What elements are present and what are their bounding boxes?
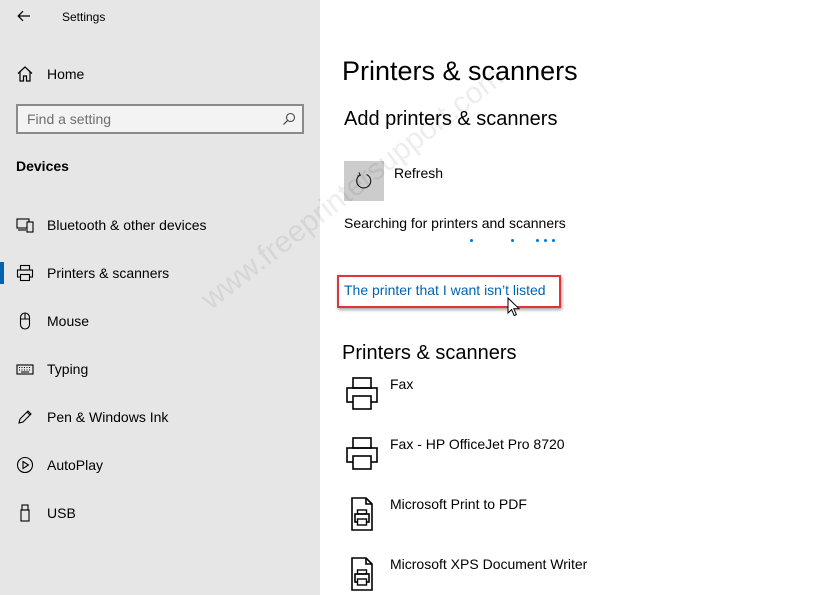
progress-dot bbox=[544, 239, 547, 242]
back-button[interactable] bbox=[10, 5, 38, 27]
pen-icon bbox=[18, 410, 32, 424]
title-bar: Settings bbox=[0, 0, 320, 34]
sidebar-item-label: Pen & Windows Ink bbox=[47, 409, 169, 425]
sidebar-item-label: Printers & scanners bbox=[47, 265, 170, 281]
printer-list-item-fax[interactable]: Fax bbox=[342, 376, 802, 432]
search-status-text: Searching for printers and scanners bbox=[344, 215, 566, 231]
printer-name: Microsoft Print to PDF bbox=[390, 496, 527, 512]
sidebar-item-printers-scanners[interactable]: Printers & scanners bbox=[0, 253, 320, 293]
printer-list-item-xps-writer[interactable]: Microsoft XPS Document Writer bbox=[342, 556, 802, 595]
home-label: Home bbox=[47, 66, 85, 82]
printer-name: Microsoft XPS Document Writer bbox=[390, 556, 588, 572]
printer-not-listed-link[interactable]: The printer that I want isn’t listed bbox=[344, 282, 546, 298]
refresh-icon bbox=[356, 172, 372, 189]
autoplay-icon bbox=[16, 456, 34, 474]
sidebar-item-usb[interactable]: USB bbox=[0, 493, 320, 533]
sidebar-item-pen-windows-ink[interactable]: Pen & Windows Ink bbox=[0, 397, 320, 437]
document-printer-icon bbox=[351, 497, 373, 531]
usb-icon bbox=[20, 504, 30, 522]
keyboard-icon bbox=[16, 364, 34, 375]
progress-dot bbox=[470, 239, 473, 242]
search-input[interactable] bbox=[27, 110, 277, 128]
sidebar-item-label: Typing bbox=[47, 361, 89, 377]
sidebar-item-mouse[interactable]: Mouse bbox=[0, 301, 320, 341]
printer-name: Fax bbox=[390, 376, 414, 392]
sidebar-item-label: USB bbox=[47, 505, 76, 521]
printer-icon bbox=[346, 377, 378, 410]
printer-list-item-print-to-pdf[interactable]: Microsoft Print to PDF bbox=[342, 496, 802, 552]
search-box[interactable] bbox=[16, 104, 304, 134]
sidebar-item-bluetooth[interactable]: Bluetooth & other devices bbox=[0, 205, 320, 245]
printer-icon bbox=[16, 264, 34, 282]
printer-icon bbox=[346, 437, 378, 470]
refresh-label[interactable]: Refresh bbox=[394, 165, 443, 181]
printers-list-heading: Printers & scanners bbox=[342, 342, 517, 364]
progress-dot bbox=[511, 239, 514, 242]
document-printer-icon bbox=[351, 557, 373, 591]
mouse-cursor-icon bbox=[507, 297, 521, 317]
active-indicator bbox=[0, 262, 4, 284]
progress-dots bbox=[468, 239, 568, 245]
home-icon bbox=[17, 66, 33, 82]
sidebar-item-label: Bluetooth & other devices bbox=[47, 217, 207, 233]
page-title: Printers & scanners bbox=[342, 56, 578, 86]
settings-sidebar: Settings Home Devices Bluetooth & other … bbox=[0, 0, 320, 595]
printer-list-item-fax-hp[interactable]: Fax - HP OfficeJet Pro 8720 bbox=[342, 436, 802, 492]
progress-dot bbox=[552, 239, 555, 242]
sidebar-item-autoplay[interactable]: AutoPlay bbox=[0, 445, 320, 485]
mouse-icon bbox=[19, 312, 31, 330]
back-arrow-icon bbox=[17, 10, 30, 22]
progress-dot bbox=[536, 239, 539, 242]
home-nav-item[interactable]: Home bbox=[0, 56, 320, 92]
main-content: Printers & scanners Add printers & scann… bbox=[320, 0, 823, 595]
sidebar-item-label: AutoPlay bbox=[47, 457, 104, 473]
app-title: Settings bbox=[62, 10, 106, 24]
search-icon[interactable] bbox=[282, 112, 296, 126]
devices-section-heading: Devices bbox=[16, 158, 69, 174]
printer-name: Fax - HP OfficeJet Pro 8720 bbox=[390, 436, 565, 452]
refresh-button[interactable] bbox=[344, 161, 384, 201]
add-printers-heading: Add printers & scanners bbox=[344, 108, 558, 130]
sidebar-item-label: Mouse bbox=[47, 313, 90, 329]
bluetooth-devices-icon bbox=[16, 218, 34, 233]
sidebar-item-typing[interactable]: Typing bbox=[0, 349, 320, 389]
